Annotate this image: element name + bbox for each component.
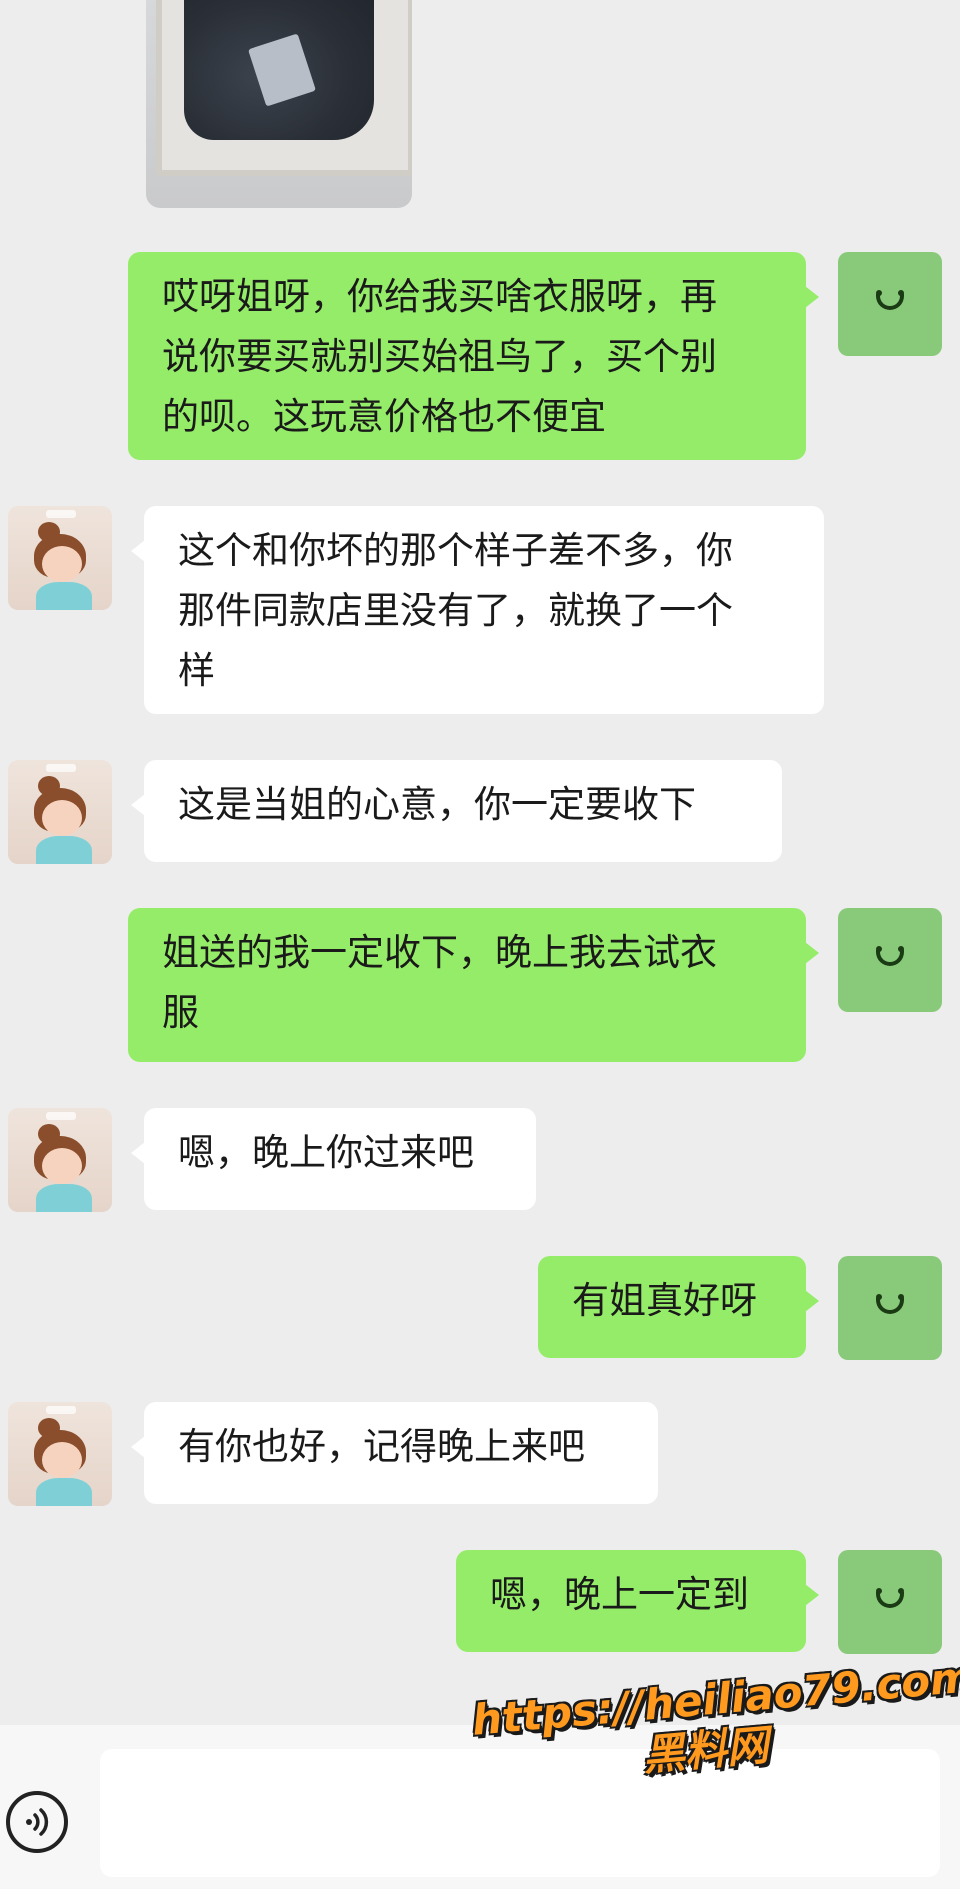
avatar-logo (46, 764, 76, 772)
smile-icon (876, 1298, 904, 1314)
message-text: 有你也好，记得晚上来吧 (178, 1425, 585, 1468)
my-avatar[interactable] (838, 1550, 942, 1654)
message-text: 姐送的我一定收下，晚上我去试衣 服 (162, 931, 717, 1034)
message-bubble-outgoing[interactable]: 嗯，晚上一定到 (456, 1550, 819, 1652)
message-bubble-incoming[interactable]: 嗯，晚上你过来吧 (131, 1108, 536, 1210)
avatar-bun (38, 776, 60, 796)
avatar-logo (46, 1112, 76, 1120)
message-text: 嗯，晚上一定到 (490, 1573, 749, 1616)
smile-icon (876, 294, 904, 310)
avatar-logo (46, 510, 76, 518)
contact-avatar[interactable] (8, 506, 112, 610)
contact-avatar[interactable] (8, 1402, 112, 1506)
message-text: 嗯，晚上你过来吧 (178, 1131, 474, 1174)
my-avatar[interactable] (838, 908, 942, 1012)
message-bubble-incoming[interactable]: 有你也好，记得晚上来吧 (131, 1402, 658, 1504)
voice-button[interactable] (6, 1791, 68, 1853)
chat-area[interactable]: 哎呀姐呀，你给我买啥衣服呀，再 说你要买就别买始祖鸟了，买个别 的呗。这玩意价格… (0, 0, 960, 1725)
contact-avatar[interactable] (8, 760, 112, 864)
message-text: 这是当姐的心意，你一定要收下 (178, 783, 696, 826)
avatar-face (42, 1148, 82, 1184)
voice-icon (26, 1808, 49, 1836)
my-avatar[interactable] (838, 252, 942, 356)
avatar-bun (38, 1418, 60, 1438)
message-text: 这个和你坏的那个样子差不多，你 那件同款店里没有了，就换了一个 样 (178, 529, 733, 692)
message-bubble-outgoing[interactable]: 有姐真好呀 (538, 1256, 819, 1358)
avatar-bun (38, 522, 60, 542)
avatar-face (42, 1442, 82, 1478)
avatar-logo (46, 1406, 76, 1414)
message-bubble-incoming[interactable]: 这是当姐的心意，你一定要收下 (131, 760, 782, 862)
avatar-face (42, 546, 82, 582)
contact-avatar[interactable] (8, 1108, 112, 1212)
avatar-body (36, 1184, 92, 1212)
message-bubble-outgoing[interactable]: 哎呀姐呀，你给我买啥衣服呀，再 说你要买就别买始祖鸟了，买个别 的呗。这玩意价格… (128, 252, 819, 460)
shared-photo[interactable] (146, 0, 412, 208)
message-text: 有姐真好呀 (572, 1279, 757, 1322)
message-text: 哎呀姐呀，你给我买啥衣服呀，再 说你要买就别买始祖鸟了，买个别 的呗。这玩意价格… (162, 275, 717, 438)
avatar-body (36, 582, 92, 610)
message-bubble-outgoing[interactable]: 姐送的我一定收下，晚上我去试衣 服 (128, 908, 819, 1062)
avatar-bun (38, 1124, 60, 1144)
avatar-face (42, 800, 82, 836)
avatar-body (36, 1478, 92, 1506)
message-bubble-incoming[interactable]: 这个和你坏的那个样子差不多，你 那件同款店里没有了，就换了一个 样 (131, 506, 824, 714)
smile-icon (876, 1592, 904, 1608)
smile-icon (876, 950, 904, 966)
my-avatar[interactable] (838, 1256, 942, 1360)
avatar-body (36, 836, 92, 864)
